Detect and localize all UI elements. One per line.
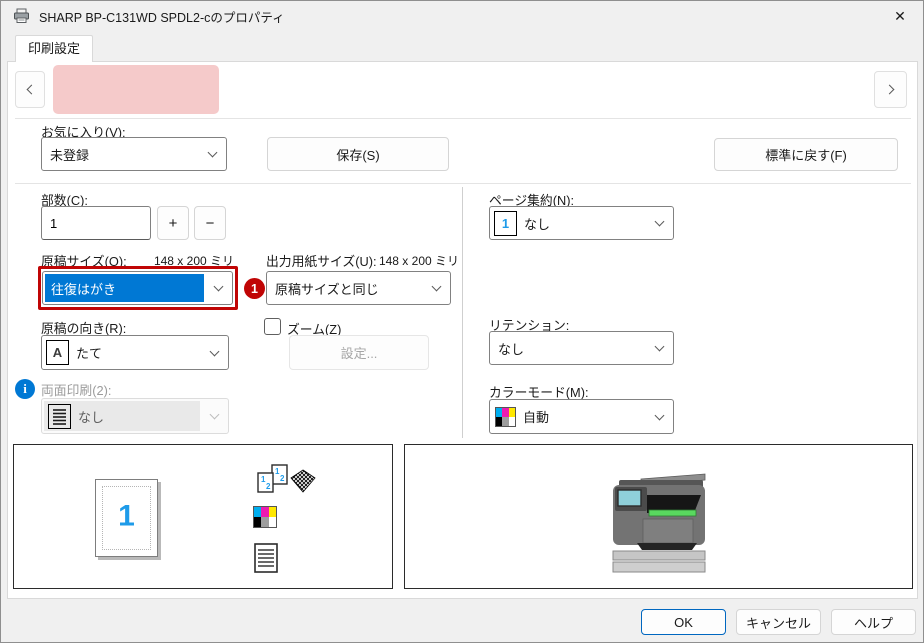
retention-dropdown[interactable]: なし (489, 331, 674, 365)
document-icon (254, 543, 278, 576)
svg-text:2: 2 (266, 482, 271, 491)
save-button[interactable]: 保存(S) (267, 137, 449, 171)
printer-preview-pane (404, 444, 913, 589)
main-tab-highlight-frame (53, 65, 219, 114)
original-size-dropdown[interactable]: 往復はがき (42, 271, 233, 305)
simplex-page-icon (48, 404, 71, 429)
svg-text:2: 2 (280, 474, 285, 483)
window-title: SHARP BP-C131WD SPDL2-cのプロパティ (39, 7, 285, 26)
pages-per-sheet-value: なし (524, 214, 550, 233)
chevron-down-icon (213, 282, 223, 292)
settings-preview-pane: 1 1 2 1 2 (13, 444, 393, 589)
ribbon-scroll-right-button[interactable] (874, 71, 907, 108)
chevron-right-icon (884, 85, 894, 95)
portrait-icon: A (46, 340, 69, 365)
retention-value: なし (490, 339, 645, 358)
chevron-down-icon (654, 410, 664, 420)
cmyk-preview-icon (253, 506, 277, 528)
copies-decrement-button[interactable]: − (194, 206, 226, 240)
pages-per-sheet-dropdown[interactable]: 1 なし (489, 206, 674, 240)
one-page-icon: 1 (494, 211, 517, 236)
color-mode-value: 自動 (523, 407, 549, 426)
orientation-dropdown[interactable]: A たて (41, 335, 229, 370)
tab-printing-preferences[interactable]: 印刷設定 (15, 35, 93, 62)
original-size-value: 往復はがき (45, 274, 204, 302)
chevron-left-icon (27, 85, 37, 95)
chevron-down-icon (654, 342, 664, 352)
info-icon: i (15, 379, 35, 399)
zoom-checkbox[interactable] (264, 318, 281, 335)
divider (15, 118, 911, 119)
titlebar: SHARP BP-C131WD SPDL2-cのプロパティ ✕ (1, 1, 923, 31)
output-size-dimensions: 148 x 200 ミリ (354, 252, 459, 269)
printer-icon (13, 8, 30, 24)
ok-button[interactable]: OK (641, 609, 726, 635)
page-number: 1 (96, 500, 157, 534)
favorites-dropdown[interactable]: 未登録 (41, 137, 227, 171)
color-mode-dropdown[interactable]: 自動 (489, 399, 674, 434)
close-button[interactable]: ✕ (877, 1, 923, 31)
copies-increment-button[interactable]: + (157, 206, 189, 240)
restore-defaults-button[interactable]: 標準に戻す(F) (714, 138, 898, 171)
help-button[interactable]: ヘルプ (831, 609, 916, 635)
ribbon-scroll-left-button[interactable] (15, 71, 45, 108)
printer-properties-dialog: SHARP BP-C131WD SPDL2-cのプロパティ ✕ 印刷設定 メイン (0, 0, 924, 643)
paper-stack-icon (290, 469, 316, 496)
annotation-badge-1: 1 (244, 278, 265, 299)
chevron-down-icon (209, 410, 219, 420)
page-preview: 1 (95, 479, 158, 557)
chevron-down-icon (654, 217, 664, 227)
cmyk-color-icon (495, 407, 516, 427)
favorites-value: 未登録 (42, 145, 198, 164)
copies-input[interactable] (41, 206, 151, 240)
column-divider (462, 187, 463, 438)
duplex-label: 両面印刷(2): (41, 380, 111, 399)
chevron-down-icon (431, 282, 441, 292)
orientation-value: たて (76, 343, 102, 362)
chevron-down-icon (209, 346, 219, 356)
zoom-settings-button: 設定... (289, 335, 429, 370)
cancel-button[interactable]: キャンセル (736, 609, 821, 635)
output-size-value: 原稿サイズと同じ (267, 279, 422, 298)
output-size-dropdown[interactable]: 原稿サイズと同じ (266, 271, 451, 305)
printer-illustration (607, 471, 711, 576)
chevron-down-icon (207, 148, 217, 158)
divider (15, 183, 911, 184)
duplex-dropdown: なし (41, 398, 229, 434)
collate-icon: 1 2 1 2 (252, 463, 290, 500)
duplex-value: なし (78, 407, 104, 426)
